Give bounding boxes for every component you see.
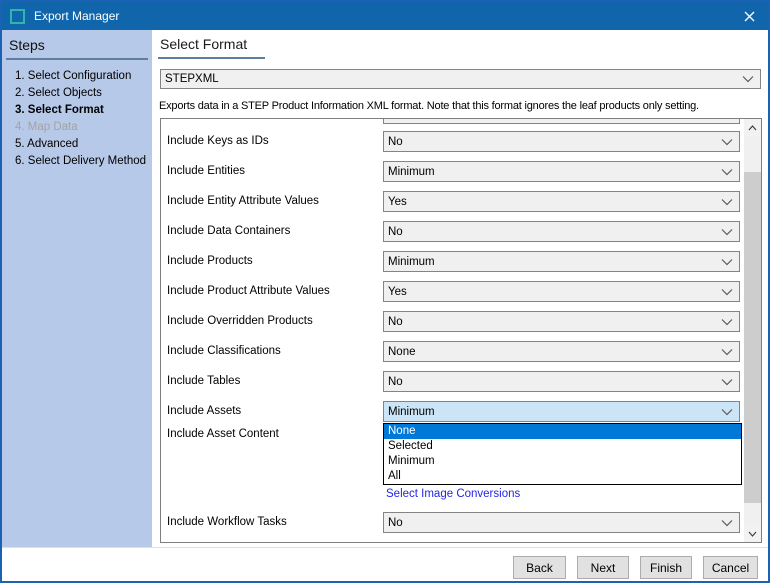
option-label: Include Overridden Products — [167, 311, 313, 332]
select-image-conversions-link[interactable]: Select Image Conversions — [386, 488, 520, 500]
include-classifications-select[interactable]: None — [383, 341, 740, 362]
scroll-up-button[interactable] — [744, 119, 761, 136]
steps-sidebar: Steps 1. Select Configuration 2. Select … — [2, 30, 152, 547]
export-manager-window: Export Manager Steps 1. Select Configura… — [0, 0, 770, 583]
chevron-down-icon — [721, 519, 733, 526]
option-label: Include Keys as IDs — [167, 131, 269, 152]
option-label: Include Assets — [167, 401, 241, 422]
include-assets-select[interactable]: Minimum — [383, 401, 740, 422]
dropdown-option-none[interactable]: None — [384, 424, 741, 439]
option-value: No — [388, 517, 403, 529]
steps-heading: Steps — [9, 37, 45, 53]
next-button[interactable]: Next — [577, 556, 629, 579]
option-value: No — [388, 316, 403, 328]
chevron-down-icon — [721, 138, 733, 145]
sidebar-item-select-format[interactable]: 3. Select Format — [15, 104, 104, 116]
dropdown-option-minimum[interactable]: Minimum — [384, 454, 741, 469]
window-title: Export Manager — [34, 9, 119, 23]
option-value: Minimum — [388, 406, 435, 418]
include-overridden-products-select[interactable]: No — [383, 311, 740, 332]
include-tables-select[interactable]: No — [383, 371, 740, 392]
chevron-down-icon — [721, 258, 733, 265]
back-button[interactable]: Back — [513, 556, 566, 579]
chevron-down-icon — [721, 408, 733, 415]
chevron-down-icon — [742, 76, 754, 83]
option-value: No — [388, 226, 403, 238]
option-value: No — [388, 376, 403, 388]
chevron-down-icon — [721, 318, 733, 325]
include-products-select[interactable]: Minimum — [383, 251, 740, 272]
scroll-down-button[interactable] — [744, 525, 761, 542]
page-title: Select Format — [158, 36, 265, 59]
chevron-down-icon — [721, 228, 733, 235]
include-entity-attribute-values-select[interactable]: Yes — [383, 191, 740, 212]
clipped-dropdown[interactable] — [383, 119, 740, 124]
panel-scrollbar[interactable] — [744, 119, 761, 542]
option-label: Include Asset Content — [167, 427, 279, 442]
scrollbar-thumb[interactable] — [744, 172, 761, 503]
include-keys-as-ids-select[interactable]: No — [383, 131, 740, 152]
option-value: Yes — [388, 196, 407, 208]
option-value: Yes — [388, 286, 407, 298]
include-entities-select[interactable]: Minimum — [383, 161, 740, 182]
sidebar-item-map-data: 4. Map Data — [15, 121, 78, 133]
include-assets-dropdown-list: None Selected Minimum All — [383, 423, 742, 485]
option-value: Minimum — [388, 166, 435, 178]
cancel-button[interactable]: Cancel — [703, 556, 758, 579]
footer-separator — [2, 547, 768, 548]
option-value: No — [388, 136, 403, 148]
option-value: None — [388, 346, 416, 358]
option-label: Include Classifications — [167, 341, 281, 362]
option-label: Include Tables — [167, 371, 240, 392]
option-label: Include Product Attribute Values — [167, 281, 330, 302]
chevron-down-icon — [721, 198, 733, 205]
option-label: Include Entities — [167, 161, 245, 182]
sidebar-item-advanced[interactable]: 5. Advanced — [15, 138, 78, 150]
option-label: Include Workflow Tasks — [167, 512, 287, 533]
format-description: Exports data in a STEP Product Informati… — [159, 100, 699, 112]
dropdown-option-all[interactable]: All — [384, 469, 741, 484]
option-label: Include Entity Attribute Values — [167, 191, 319, 212]
option-value: Minimum — [388, 256, 435, 268]
options-panel: Include Keys as IDs No Include Entities … — [160, 118, 762, 543]
sidebar-item-select-delivery-method[interactable]: 6. Select Delivery Method — [15, 155, 146, 167]
option-label: Include Products — [167, 251, 253, 272]
include-data-containers-select[interactable]: No — [383, 221, 740, 242]
app-icon — [10, 9, 25, 24]
steps-heading-underline — [6, 58, 148, 60]
finish-button[interactable]: Finish — [640, 556, 692, 579]
format-select-value: STEPXML — [165, 73, 219, 85]
close-button[interactable] — [730, 2, 768, 30]
close-icon — [744, 11, 755, 22]
chevron-down-icon — [721, 168, 733, 175]
title-bar: Export Manager — [2, 2, 768, 30]
include-workflow-tasks-select[interactable]: No — [383, 512, 740, 533]
scroll-up-icon — [748, 125, 757, 131]
dropdown-option-selected[interactable]: Selected — [384, 439, 741, 454]
sidebar-item-select-configuration[interactable]: 1. Select Configuration — [15, 70, 131, 82]
chevron-down-icon — [721, 288, 733, 295]
option-label: Include Data Containers — [167, 221, 290, 242]
chevron-down-icon — [721, 348, 733, 355]
scroll-down-icon — [748, 531, 757, 537]
include-product-attribute-values-select[interactable]: Yes — [383, 281, 740, 302]
chevron-down-icon — [721, 378, 733, 385]
format-select[interactable]: STEPXML — [160, 69, 761, 89]
sidebar-item-select-objects[interactable]: 2. Select Objects — [15, 87, 102, 99]
